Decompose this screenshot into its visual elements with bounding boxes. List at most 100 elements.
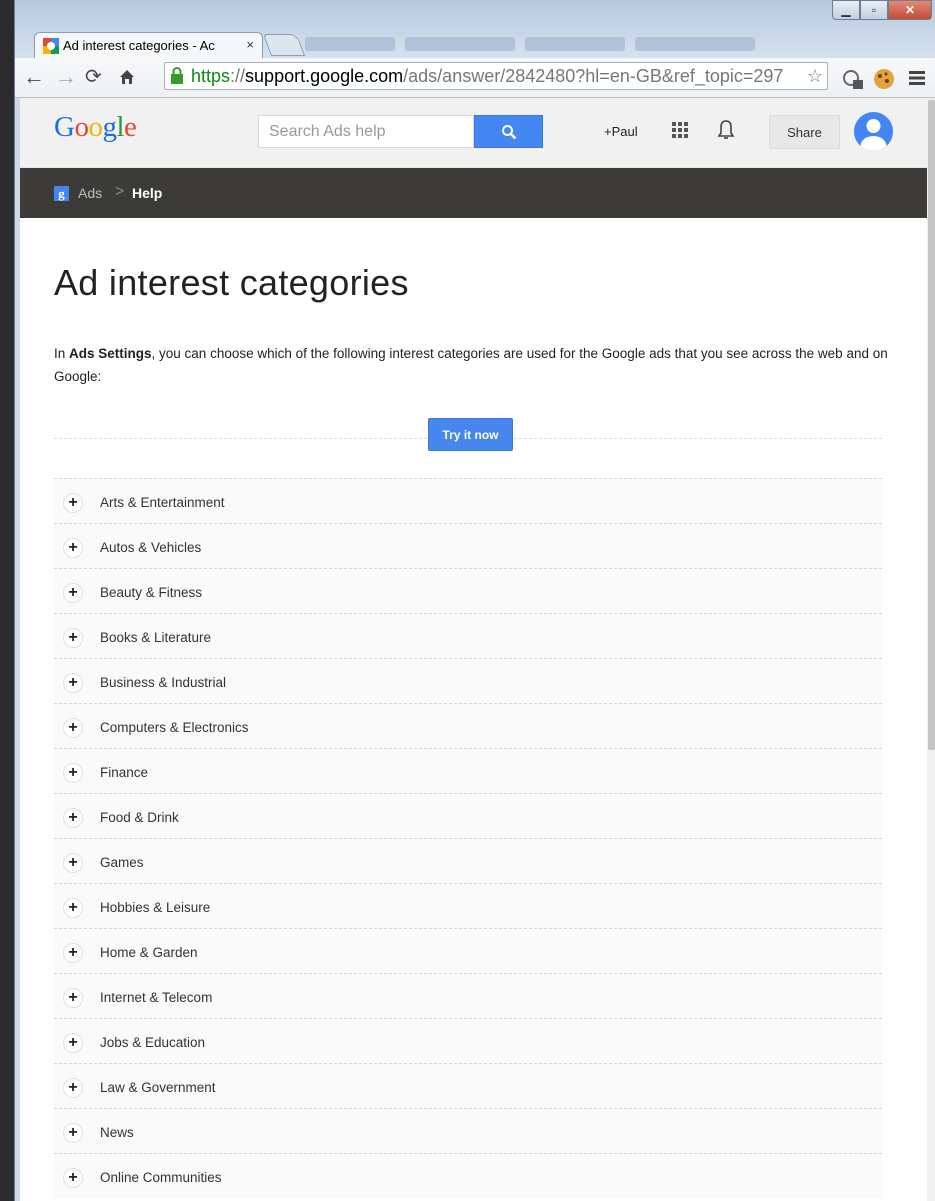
url-text: https://support.google.com/ads/answer/28… (191, 66, 784, 86)
category-label: Games (100, 855, 144, 870)
list-item[interactable]: + Jobs & Education (54, 1018, 882, 1063)
avatar[interactable] (854, 112, 893, 151)
title-bar: Ad interest categories - Ac × ▁ ▫ ✕ (15, 0, 935, 58)
list-item[interactable]: + Online Communities (54, 1153, 882, 1198)
list-item[interactable]: + Home & Garden (54, 928, 882, 973)
category-label: Beauty & Fitness (100, 585, 203, 600)
expand-plus-icon[interactable]: + (63, 718, 83, 738)
scrollbar-thumb[interactable] (928, 100, 935, 750)
expand-plus-icon[interactable]: + (63, 988, 83, 1008)
window-controls: ▁ ▫ ✕ (832, 0, 932, 22)
expand-plus-icon[interactable]: + (63, 943, 83, 963)
page-title: Ad interest categories (54, 262, 409, 303)
list-item[interactable]: + Finance (54, 748, 882, 793)
logo-letter: e (124, 111, 137, 143)
breadcrumb-ads-link[interactable]: Ads (78, 185, 102, 201)
google-header: Google Search Ads help +Paul Share (20, 98, 930, 168)
bookmark-star-icon[interactable]: ☆ (807, 63, 823, 89)
category-label: Books & Literature (100, 630, 212, 645)
list-item[interactable]: + Autos & Vehicles (54, 523, 882, 568)
category-label: Food & Drink (100, 810, 179, 825)
category-label: News (100, 1125, 134, 1140)
list-item[interactable]: + Food & Drink (54, 793, 882, 838)
expand-plus-icon[interactable]: + (63, 853, 83, 873)
list-item[interactable]: + Arts & Entertainment (54, 478, 882, 523)
background-tabs-blurred (305, 34, 785, 54)
tab-close-icon[interactable]: × (246, 37, 254, 52)
new-tab-button[interactable] (262, 34, 306, 56)
expand-plus-icon[interactable]: + (63, 1078, 83, 1098)
category-label: Jobs & Education (100, 1035, 206, 1050)
category-label: Finance (100, 765, 149, 780)
category-list: + Arts & Entertainment + Autos & Vehicles + B… (54, 478, 882, 1198)
window-close-icon[interactable]: ✕ (888, 0, 932, 20)
list-item[interactable]: + Books & Literature (54, 613, 882, 658)
browser-toolbar: ← → ⟳ https://support.google.com/ads/ans… (15, 58, 935, 98)
category-label: Hobbies & Leisure (100, 900, 211, 915)
expand-plus-icon[interactable]: + (63, 628, 83, 648)
browser-tab-active[interactable]: Ad interest categories - Ac × (34, 32, 263, 58)
expand-plus-icon[interactable]: + (63, 1033, 83, 1053)
share-button[interactable]: Share (769, 115, 840, 149)
apps-grid-icon[interactable] (672, 122, 688, 138)
google-logo[interactable]: Google (54, 111, 137, 144)
address-bar[interactable]: https://support.google.com/ads/answer/28… (164, 62, 828, 90)
logo-letter: o (88, 111, 103, 143)
lock-icon (171, 67, 183, 84)
category-label: Home & Garden (100, 945, 198, 960)
expand-plus-icon[interactable]: + (63, 808, 83, 828)
category-label: Business & Industrial (100, 675, 227, 690)
search-button[interactable] (474, 115, 543, 148)
list-item[interactable]: + Internet & Telecom (54, 973, 882, 1018)
list-item[interactable]: + Law & Government (54, 1063, 882, 1108)
category-label: Online Communities (100, 1170, 222, 1185)
notifications-bell-icon[interactable] (717, 119, 735, 141)
intro-text: In Ads Settings, you can choose which of… (54, 346, 888, 384)
plus-user-link[interactable]: +Paul (604, 124, 638, 139)
list-item[interactable]: + Hobbies & Leisure (54, 883, 882, 928)
google-support-favicon-icon (43, 38, 59, 54)
expand-plus-icon[interactable]: + (63, 538, 83, 558)
list-item[interactable]: + News (54, 1108, 882, 1153)
logo-letter: g (102, 111, 117, 143)
breadcrumb-help-link[interactable]: Help (132, 185, 162, 201)
category-label: Arts & Entertainment (100, 495, 225, 510)
browser-window: Ad interest categories - Ac × ▁ ▫ ✕ ← → … (14, 0, 935, 1201)
ads-settings-link[interactable]: Ads Settings (69, 346, 152, 361)
expand-plus-icon[interactable]: + (63, 898, 83, 918)
back-arrow-icon[interactable]: ← (23, 65, 45, 89)
menu-icon[interactable] (908, 70, 926, 86)
forward-arrow-icon[interactable]: → (55, 65, 77, 89)
expand-plus-icon[interactable]: + (63, 673, 83, 693)
reload-icon[interactable]: ⟳ (85, 65, 102, 89)
category-label: Internet & Telecom (100, 990, 213, 1005)
breadcrumb-separator-icon: > (115, 183, 125, 200)
breadcrumb: g Ads > Help (20, 168, 930, 218)
expand-plus-icon[interactable]: + (63, 763, 83, 783)
home-icon[interactable] (118, 68, 136, 86)
expand-plus-icon[interactable]: + (63, 583, 83, 603)
expand-plus-icon[interactable]: + (63, 1123, 83, 1143)
logo-letter: G (54, 111, 75, 143)
list-item[interactable]: + Computers & Electronics (54, 703, 882, 748)
expand-plus-icon[interactable]: + (63, 1168, 83, 1188)
page-viewport: Google Search Ads help +Paul Share g Ads… (20, 98, 930, 1201)
maximize-icon[interactable]: ▫ (860, 0, 888, 20)
scrollbar[interactable] (927, 98, 935, 1201)
logo-letter: l (116, 111, 125, 143)
expand-plus-icon[interactable]: + (63, 493, 83, 513)
minimize-icon[interactable]: ▁ (832, 0, 860, 20)
extension-icon[interactable] (841, 68, 865, 90)
search-input[interactable]: Search Ads help (258, 115, 474, 148)
list-item[interactable]: + Games (54, 838, 882, 883)
search-icon (501, 124, 516, 139)
category-label: Computers & Electronics (100, 720, 249, 735)
list-item[interactable]: + Business & Industrial (54, 658, 882, 703)
category-label: Autos & Vehicles (100, 540, 202, 555)
profile-silhouette-icon (860, 119, 887, 151)
list-item[interactable]: + Beauty & Fitness (54, 568, 882, 613)
logo-letter: o (74, 111, 89, 143)
cookie-icon[interactable] (873, 68, 895, 90)
google-plus-badge-icon[interactable]: g (54, 186, 69, 201)
try-it-now-button[interactable]: Try it now (428, 418, 513, 451)
